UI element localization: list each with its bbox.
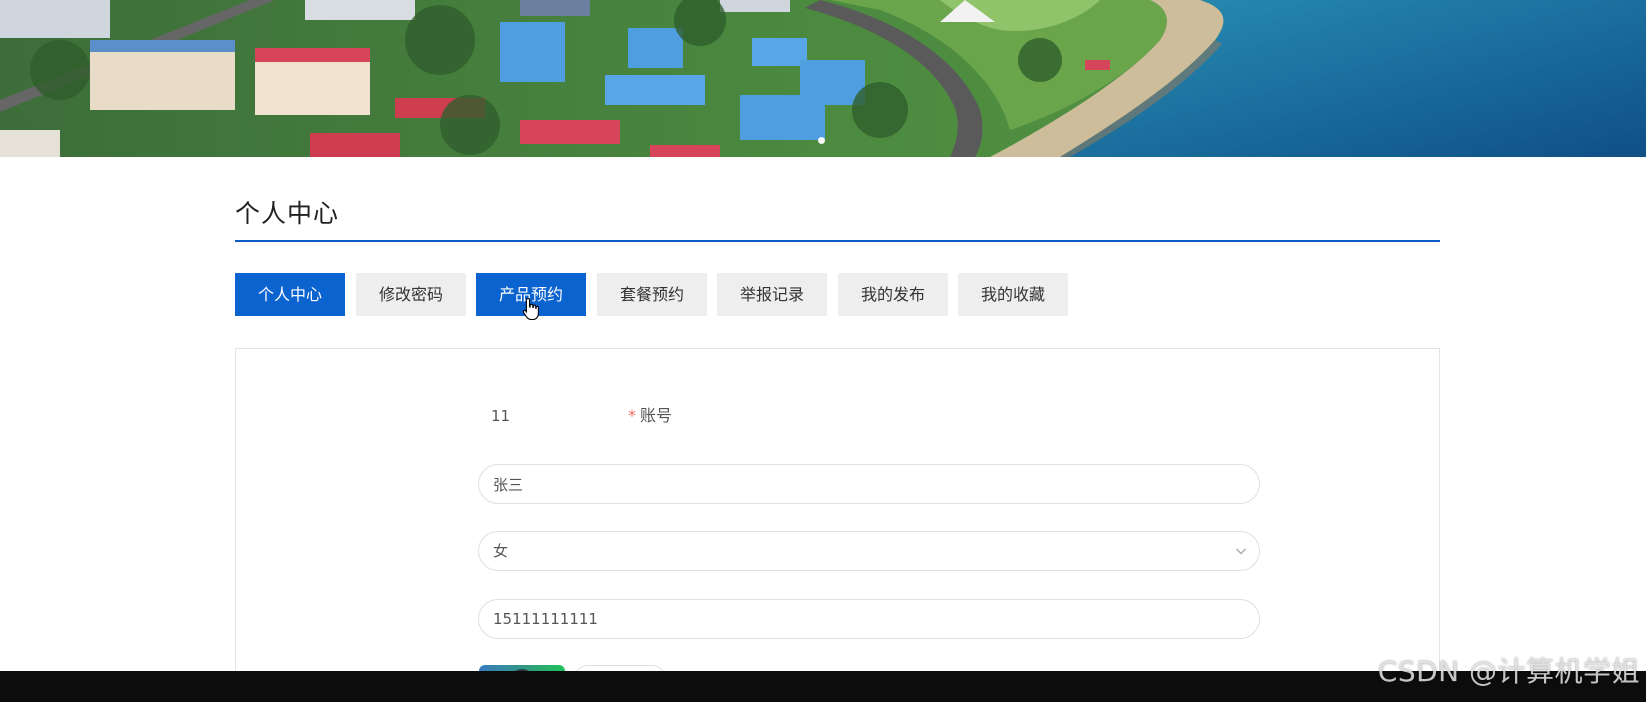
- chevron-down-icon: [1236, 548, 1246, 555]
- tab-report-records[interactable]: 举报记录: [717, 273, 827, 316]
- required-mark: *: [627, 406, 636, 425]
- carousel-indicator-dot[interactable]: [818, 137, 825, 144]
- gender-selected-value: 女: [493, 542, 509, 560]
- tab-personal-center[interactable]: 个人中心: [235, 273, 345, 316]
- page-title: 个人中心: [235, 199, 340, 228]
- tab-change-password[interactable]: 修改密码: [356, 273, 466, 316]
- tab-my-favorites[interactable]: 我的收藏: [958, 273, 1068, 316]
- form-row-account: * 账号 11: [236, 396, 1439, 436]
- banner-image: [0, 0, 1646, 157]
- tab-product-booking[interactable]: 产品预约: [476, 273, 586, 316]
- gender-select[interactable]: 女: [478, 531, 1260, 571]
- csdn-watermark: CSDN @计算机学姐: [1377, 655, 1640, 688]
- form-row-gender: 性别 女: [236, 531, 1439, 571]
- form-row-phone: 手机: [236, 599, 1439, 639]
- profile-form-panel: *账号 11 *姓名 性别 女 手机: [235, 348, 1440, 695]
- account-label: * 账号: [628, 396, 672, 436]
- personal-center-page: 个人中心 个人中心 修改密码 产品预约 套餐预约 举报记录 我的发布 我的收藏 …: [0, 0, 1646, 702]
- tab-package-booking[interactable]: 套餐预约: [597, 273, 707, 316]
- account-label-text: 账号: [639, 406, 672, 425]
- account-value: 11: [491, 407, 511, 425]
- tab-my-posts[interactable]: 我的发布: [838, 273, 948, 316]
- title-divider: [235, 240, 1440, 242]
- form-row-name: *姓名: [236, 464, 1439, 504]
- name-input[interactable]: [478, 464, 1260, 504]
- phone-input[interactable]: [478, 599, 1260, 639]
- hero-banner: [0, 0, 1646, 157]
